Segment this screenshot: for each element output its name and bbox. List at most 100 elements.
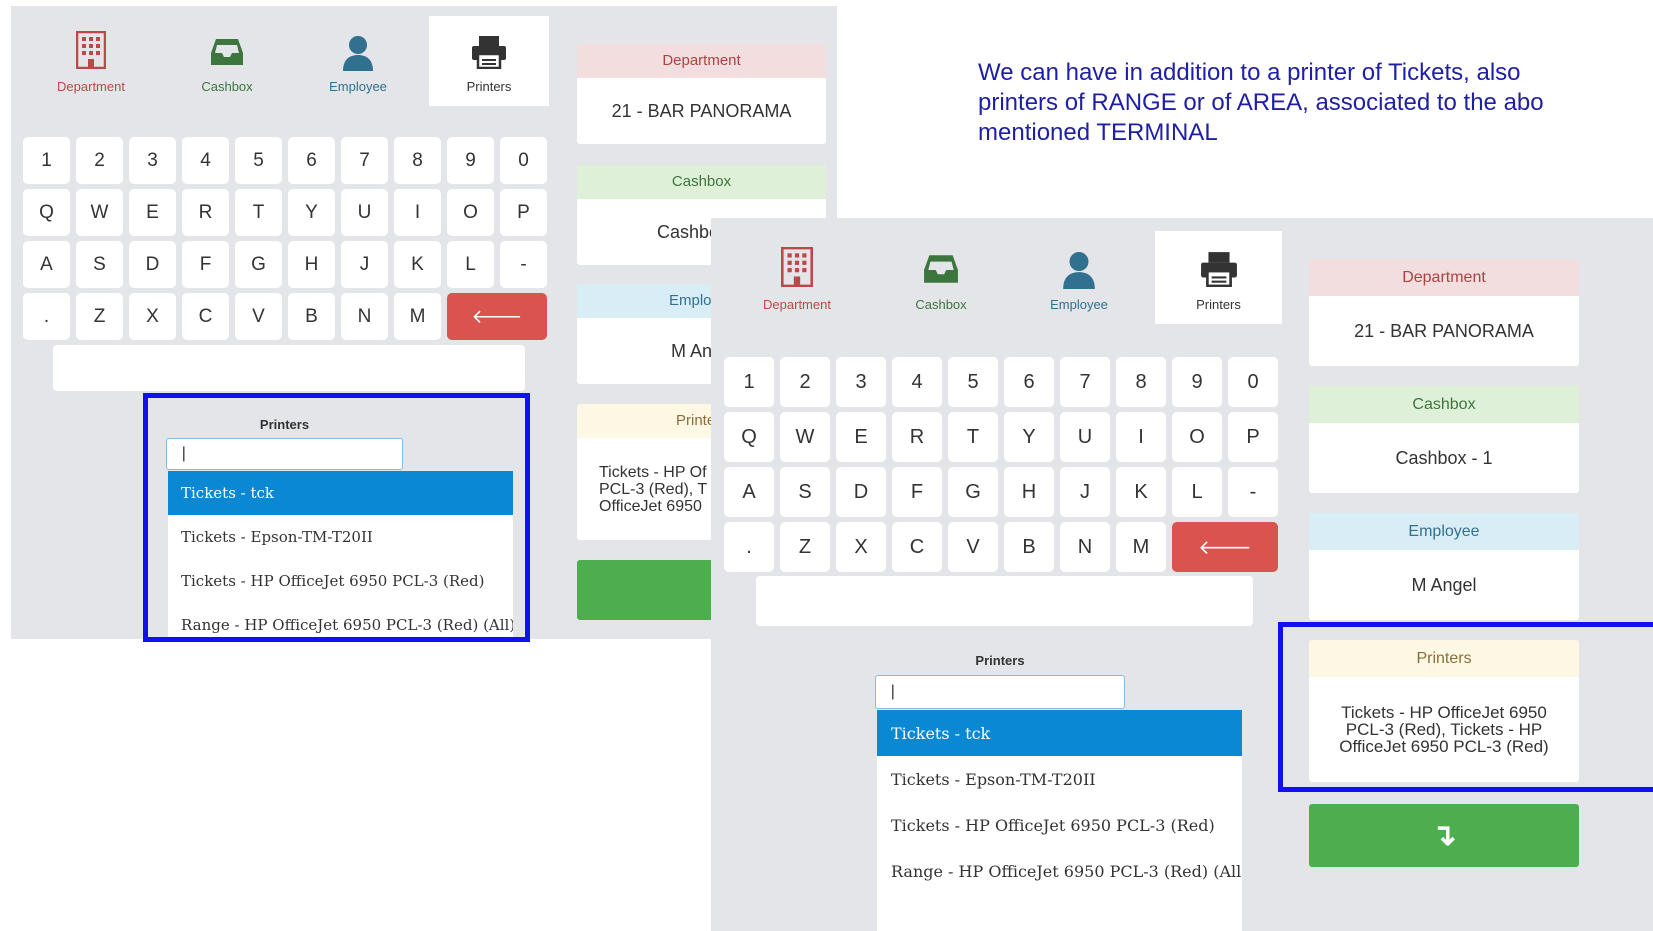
key[interactable]: N <box>341 293 388 340</box>
key[interactable]: K <box>394 241 441 288</box>
printer-option[interactable]: Range - HP OfficeJet 6950 PCL-3 (Red) (A… <box>168 603 513 638</box>
key[interactable]: - <box>1228 467 1278 517</box>
tab-department[interactable]: Department <box>725 231 869 324</box>
key[interactable]: W <box>780 412 830 462</box>
printer-option[interactable]: Tickets - Epson-TM-T20II <box>877 756 1242 802</box>
key[interactable]: O <box>447 189 494 236</box>
printer-option[interactable]: Tickets - HP OfficeJet 6950 PCL-3 (Red) <box>168 559 513 603</box>
key[interactable]: S <box>76 241 123 288</box>
backspace-key[interactable]: 🡐 <box>447 293 547 340</box>
keyboard-input-bar[interactable] <box>756 576 1253 626</box>
key[interactable]: Z <box>780 522 830 572</box>
key[interactable]: 6 <box>288 137 335 184</box>
key[interactable]: C <box>892 522 942 572</box>
key[interactable]: U <box>1060 412 1110 462</box>
key[interactable]: N <box>1060 522 1110 572</box>
key[interactable]: P <box>500 189 547 236</box>
key[interactable]: F <box>892 467 942 517</box>
backspace-key[interactable]: 🡐 <box>1172 522 1278 572</box>
key[interactable]: 8 <box>1116 357 1166 407</box>
tab-cashbox[interactable]: Cashbox <box>869 231 1013 324</box>
key[interactable]: H <box>1004 467 1054 517</box>
key[interactable]: I <box>394 189 441 236</box>
key[interactable]: Z <box>76 293 123 340</box>
key[interactable]: Y <box>1004 412 1054 462</box>
arrow-left-icon: 🡐 <box>471 306 523 328</box>
key[interactable]: 0 <box>1228 357 1278 407</box>
key[interactable]: 6 <box>1004 357 1054 407</box>
key[interactable]: 3 <box>836 357 886 407</box>
key[interactable]: A <box>724 467 774 517</box>
key[interactable]: 2 <box>780 357 830 407</box>
tab-printers[interactable]: Printers <box>1155 231 1282 324</box>
key[interactable]: . <box>23 293 70 340</box>
key[interactable]: G <box>948 467 998 517</box>
key[interactable]: H <box>288 241 335 288</box>
key[interactable]: E <box>836 412 886 462</box>
key[interactable]: F <box>182 241 229 288</box>
key[interactable]: S <box>780 467 830 517</box>
key[interactable]: 1 <box>724 357 774 407</box>
confirm-button[interactable]: ↴ <box>1309 804 1579 867</box>
key[interactable]: B <box>288 293 335 340</box>
key[interactable]: E <box>129 189 176 236</box>
key[interactable]: D <box>129 241 176 288</box>
key[interactable]: Q <box>23 189 70 236</box>
key[interactable]: Q <box>724 412 774 462</box>
key[interactable]: 9 <box>1172 357 1222 407</box>
key[interactable]: R <box>892 412 942 462</box>
key[interactable]: 5 <box>948 357 998 407</box>
keyboard-input-bar[interactable] <box>53 345 525 391</box>
printer-option-selected[interactable]: Tickets - tck <box>877 710 1242 756</box>
tab-cashbox[interactable]: Cashbox <box>161 16 293 106</box>
printer-option[interactable]: Range - HP OfficeJet 6950 PCL-3 (Red) (A… <box>877 848 1242 894</box>
key[interactable]: J <box>1060 467 1110 517</box>
key[interactable]: R <box>182 189 229 236</box>
key[interactable]: M <box>394 293 441 340</box>
tab-department[interactable]: Department <box>21 16 161 106</box>
key[interactable]: Y <box>288 189 335 236</box>
key[interactable]: 4 <box>182 137 229 184</box>
key[interactable]: . <box>724 522 774 572</box>
key[interactable]: X <box>836 522 886 572</box>
key[interactable]: - <box>500 241 547 288</box>
key[interactable]: L <box>1172 467 1222 517</box>
key[interactable]: V <box>235 293 282 340</box>
printer-option[interactable]: Tickets - HP OfficeJet 6950 PCL-3 (Red) <box>877 802 1242 848</box>
key[interactable]: C <box>182 293 229 340</box>
key[interactable]: 0 <box>500 137 547 184</box>
key[interactable]: G <box>235 241 282 288</box>
key[interactable]: 3 <box>129 137 176 184</box>
key[interactable]: A <box>23 241 70 288</box>
key[interactable]: 1 <box>23 137 70 184</box>
key[interactable]: M <box>1116 522 1166 572</box>
key[interactable]: 9 <box>447 137 494 184</box>
printer-option-selected[interactable]: Tickets - tck <box>168 471 513 515</box>
key[interactable]: 7 <box>1060 357 1110 407</box>
printers-search-input[interactable] <box>875 675 1125 709</box>
key[interactable]: K <box>1116 467 1166 517</box>
key[interactable]: J <box>341 241 388 288</box>
key[interactable]: W <box>76 189 123 236</box>
key[interactable]: P <box>1228 412 1278 462</box>
key[interactable]: T <box>948 412 998 462</box>
key[interactable]: O <box>1172 412 1222 462</box>
key[interactable]: 8 <box>394 137 441 184</box>
key[interactable]: L <box>447 241 494 288</box>
key[interactable]: V <box>948 522 998 572</box>
printer-option[interactable]: Tickets - Epson-TM-T20II <box>168 515 513 559</box>
key[interactable]: I <box>1116 412 1166 462</box>
key[interactable]: 7 <box>341 137 388 184</box>
key[interactable]: B <box>1004 522 1054 572</box>
tab-employee[interactable]: Employee <box>293 16 423 106</box>
printers-search-input[interactable] <box>166 438 403 470</box>
key[interactable]: D <box>836 467 886 517</box>
key[interactable]: U <box>341 189 388 236</box>
key[interactable]: X <box>129 293 176 340</box>
key[interactable]: 4 <box>892 357 942 407</box>
key[interactable]: 2 <box>76 137 123 184</box>
tab-employee[interactable]: Employee <box>1013 231 1145 324</box>
tab-printers[interactable]: Printers <box>429 16 549 106</box>
key[interactable]: T <box>235 189 282 236</box>
key[interactable]: 5 <box>235 137 282 184</box>
